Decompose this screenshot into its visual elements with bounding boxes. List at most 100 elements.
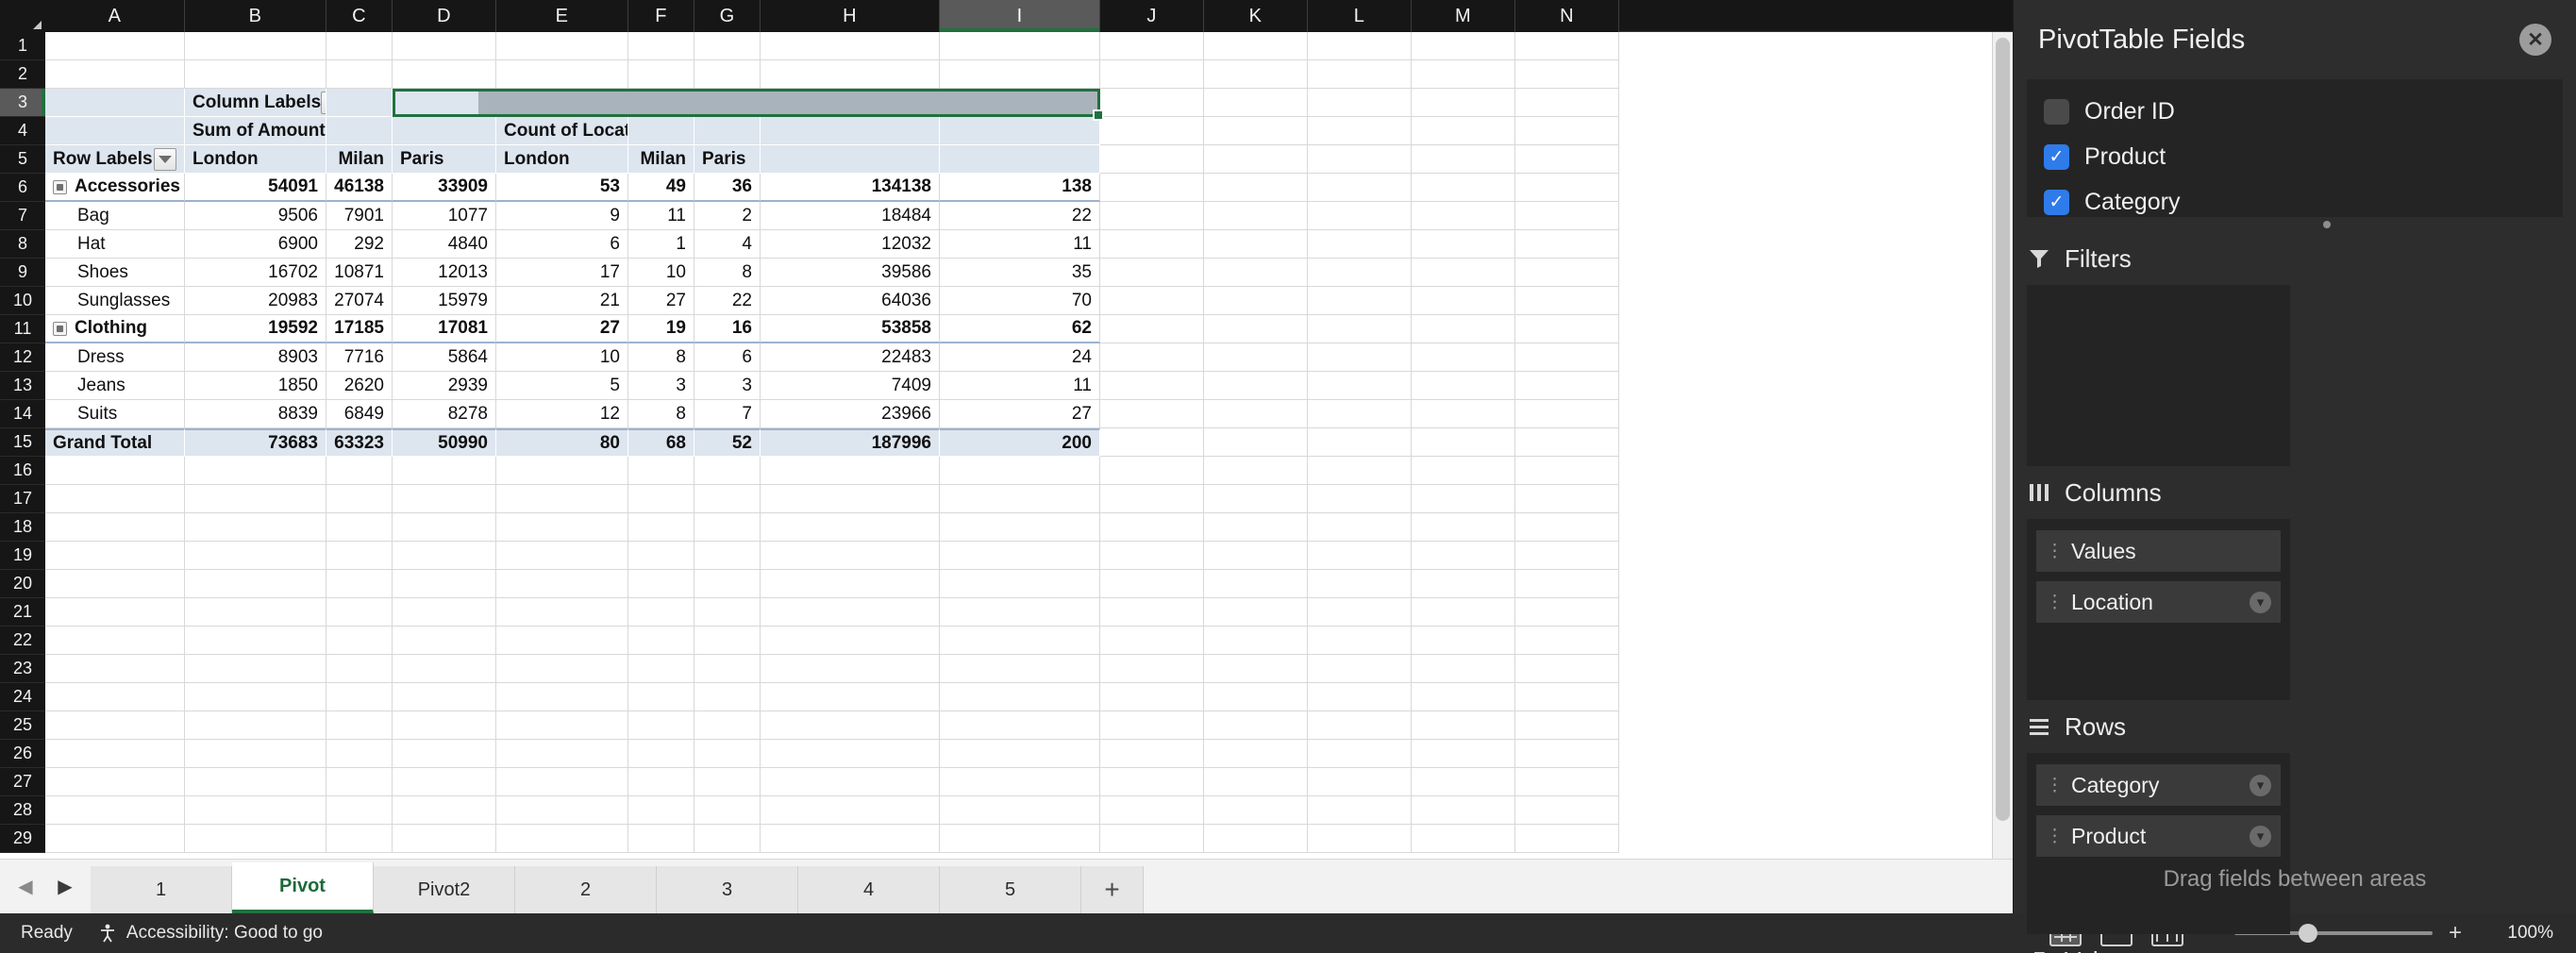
grid-cell[interactable]: [393, 32, 496, 60]
grid-cell[interactable]: [1204, 796, 1308, 825]
grid-cell[interactable]: [1515, 32, 1619, 60]
area-filters[interactable]: Filters: [2027, 232, 2290, 466]
field-row-category[interactable]: ✓ Category: [2044, 179, 2563, 217]
grid-cell[interactable]: [326, 598, 393, 627]
grid-cell[interactable]: [1100, 796, 1204, 825]
grid-cell[interactable]: [1308, 683, 1412, 711]
grid-cell[interactable]: [45, 32, 185, 60]
grid-cell[interactable]: [1412, 796, 1515, 825]
grid-cell[interactable]: [694, 32, 761, 60]
grid-cell[interactable]: [1308, 711, 1412, 740]
drag-handle-icon[interactable]: ⋮: [2046, 541, 2064, 562]
grid-cell[interactable]: [1515, 655, 1619, 683]
grid-cell[interactable]: [1204, 400, 1308, 428]
cell-sum-paris-15[interactable]: 50990: [393, 428, 496, 457]
field-row-order-id[interactable]: Order ID: [2044, 89, 2563, 134]
grid-cell[interactable]: [1308, 598, 1412, 627]
grid-cell[interactable]: [761, 570, 940, 598]
grid-cell[interactable]: [940, 683, 1100, 711]
column-header-m[interactable]: M: [1412, 0, 1515, 32]
cell-cnt-milan-8[interactable]: 1: [628, 230, 694, 259]
cell-cnt-paris-11[interactable]: 16: [694, 315, 761, 343]
grid-cell[interactable]: [496, 825, 628, 853]
grid-cell[interactable]: [393, 570, 496, 598]
grid-cell[interactable]: [1308, 230, 1412, 259]
grid-cell[interactable]: [45, 655, 185, 683]
row-header-16[interactable]: 16: [0, 457, 45, 485]
grid-cell[interactable]: [761, 768, 940, 796]
chip-dropdown-icon[interactable]: ▾: [2250, 825, 2271, 847]
cell-cnt-milan-7[interactable]: 11: [628, 202, 694, 230]
column-header-k[interactable]: K: [1204, 0, 1308, 32]
grid-cell[interactable]: [761, 513, 940, 542]
grid-cell[interactable]: [940, 60, 1100, 89]
grid-cell[interactable]: [1412, 825, 1515, 853]
grid-cell[interactable]: [1100, 428, 1204, 457]
grid-cell[interactable]: [1100, 457, 1204, 485]
grid-cell[interactable]: [694, 683, 761, 711]
cell-row-label-7[interactable]: Bag: [45, 202, 185, 230]
row-header-1[interactable]: 1: [0, 32, 45, 60]
cell-row-label-6[interactable]: Accessories: [45, 174, 185, 202]
grid-cell[interactable]: [1308, 174, 1412, 202]
grid-cell[interactable]: [1412, 315, 1515, 343]
column-header-e[interactable]: E: [496, 0, 628, 32]
grid-cell[interactable]: [1412, 343, 1515, 372]
cell-total-sum-6[interactable]: 134138: [761, 174, 940, 202]
cell-sum-london-6[interactable]: 54091: [185, 174, 326, 202]
row-header-17[interactable]: 17: [0, 485, 45, 513]
grid-cell[interactable]: [496, 542, 628, 570]
grid-cell[interactable]: [761, 457, 940, 485]
grid-cell[interactable]: [761, 796, 940, 825]
column-header-f[interactable]: F: [628, 0, 694, 32]
grid-cell[interactable]: [1412, 117, 1515, 145]
sheet-tab-2[interactable]: 2: [515, 866, 657, 913]
grid-cell[interactable]: [628, 598, 694, 627]
grid-cell[interactable]: [628, 570, 694, 598]
cell-count-of-location-header[interactable]: Count of Location: [496, 117, 628, 145]
field-chip-category[interactable]: ⋮ Category ▾: [2036, 764, 2281, 806]
grid-cell[interactable]: [628, 457, 694, 485]
grid-cell[interactable]: [185, 825, 326, 853]
grid-cell[interactable]: [185, 542, 326, 570]
area-dropzone-rows[interactable]: ⋮ Category ▾ ⋮ Product ▾: [2027, 753, 2290, 934]
grid-cell[interactable]: [1100, 372, 1204, 400]
grid-cell[interactable]: [1204, 655, 1308, 683]
grid-cell[interactable]: [1204, 343, 1308, 372]
cell-sum-paris-6[interactable]: 33909: [393, 174, 496, 202]
grid-cell[interactable]: [1204, 683, 1308, 711]
grid-cell[interactable]: [628, 740, 694, 768]
grid-cell[interactable]: [1204, 428, 1308, 457]
collapse-expand-icon[interactable]: [53, 321, 67, 336]
grid-cell[interactable]: [1308, 740, 1412, 768]
grid-cell[interactable]: [761, 32, 940, 60]
grid-cell[interactable]: [628, 683, 694, 711]
cell-total-cnt-8[interactable]: 11: [940, 230, 1100, 259]
grid-cell[interactable]: [496, 570, 628, 598]
cell-sum-paris-7[interactable]: 1077: [393, 202, 496, 230]
row-header-3[interactable]: 3: [0, 89, 45, 117]
grid-cell[interactable]: [326, 570, 393, 598]
grid-cell[interactable]: [940, 32, 1100, 60]
grid-cell[interactable]: [1515, 768, 1619, 796]
grid-cell[interactable]: [1204, 259, 1308, 287]
grid-cell[interactable]: [1100, 343, 1204, 372]
grid-cell[interactable]: [1412, 60, 1515, 89]
grid-cell[interactable]: [1308, 145, 1412, 174]
drag-handle-icon[interactable]: ⋮: [2046, 592, 2064, 613]
grid-cell[interactable]: [1308, 796, 1412, 825]
cell-cnt-milan-12[interactable]: 8: [628, 343, 694, 372]
cell-row-label-9[interactable]: Shoes: [45, 259, 185, 287]
cell-total-cnt-13[interactable]: 11: [940, 372, 1100, 400]
cell-cnt-paris-12[interactable]: 6: [694, 343, 761, 372]
grid-cell[interactable]: [1100, 711, 1204, 740]
cell-sum-milan-12[interactable]: 7716: [326, 343, 393, 372]
grid-cell[interactable]: [1515, 428, 1619, 457]
grid-cell[interactable]: [1100, 174, 1204, 202]
grid-cell[interactable]: [393, 711, 496, 740]
row-header-11[interactable]: 11: [0, 315, 45, 343]
field-row-product[interactable]: ✓ Product: [2044, 134, 2563, 179]
grid-cell[interactable]: [1308, 655, 1412, 683]
row-header-28[interactable]: 28: [0, 796, 45, 825]
grid-cell[interactable]: [1412, 768, 1515, 796]
